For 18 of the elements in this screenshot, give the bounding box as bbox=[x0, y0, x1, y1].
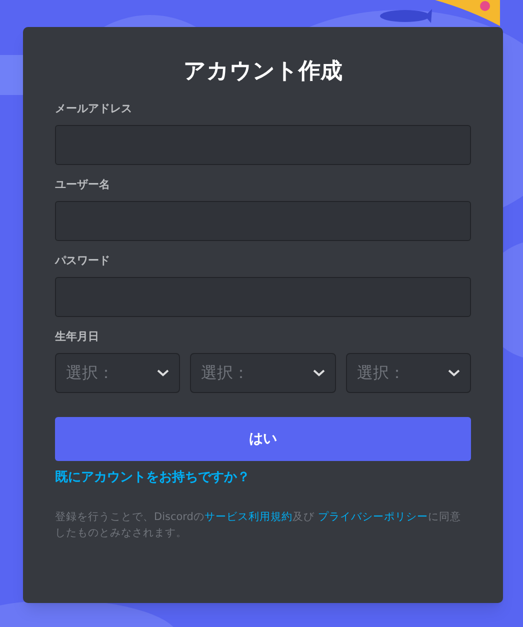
select-dropdown[interactable]: 選択： bbox=[55, 353, 180, 393]
select-dropdown[interactable]: 選択： bbox=[346, 353, 471, 393]
fish-drawing bbox=[380, 9, 432, 23]
privacy-policy-link[interactable]: プライバシーポリシー bbox=[318, 511, 428, 523]
chevron-down-icon bbox=[313, 369, 325, 377]
terms-of-service-link[interactable]: サービス利用規約 bbox=[204, 511, 292, 523]
field-label: 生年月日 bbox=[55, 329, 100, 345]
form-title: アカウント作成 bbox=[182, 58, 344, 86]
field-label: メールアドレス bbox=[55, 101, 133, 117]
submit-button[interactable]: はい bbox=[55, 417, 471, 461]
field-label: ユーザー名 bbox=[55, 177, 111, 193]
select-dropdown[interactable]: 選択： bbox=[190, 353, 336, 393]
pizza-slice-drawing bbox=[435, 0, 500, 26]
login-link[interactable]: 既にアカウントをお持ちですか？ bbox=[55, 470, 250, 486]
chevron-down-icon bbox=[157, 369, 169, 377]
chevron-down-icon bbox=[448, 369, 460, 377]
terms-text: 登録を行うことで、Discordのサービス利用規約及び プライバシーポリシー に同意したものとみなされます。 bbox=[55, 510, 462, 541]
field-label: パスワード bbox=[55, 253, 111, 269]
